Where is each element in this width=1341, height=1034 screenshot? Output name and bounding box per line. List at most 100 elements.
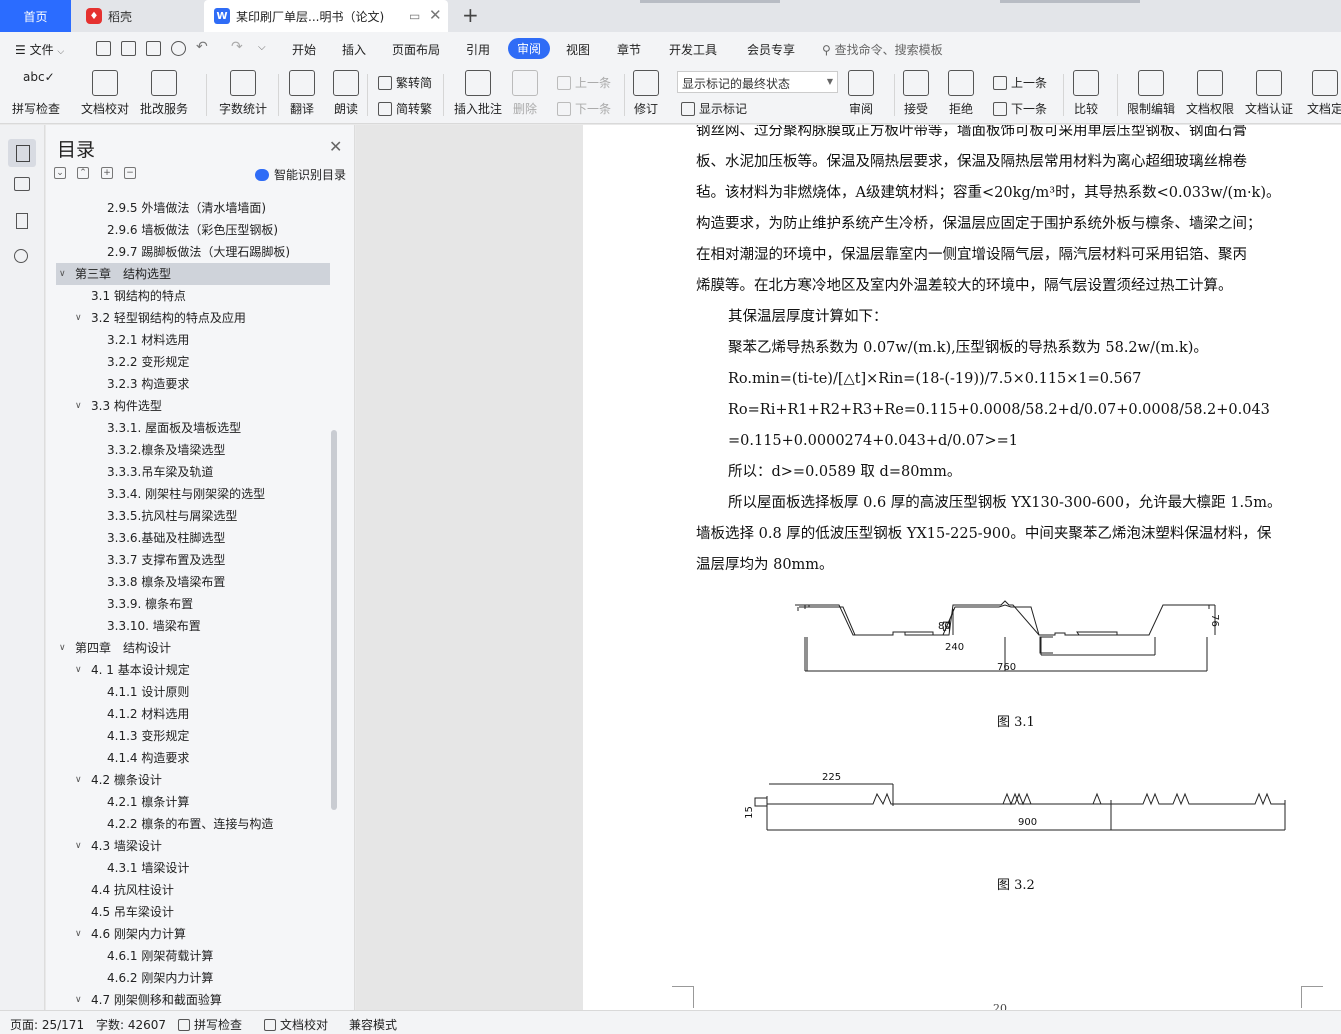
expand-caret-icon[interactable]: ∨	[75, 923, 82, 945]
outline-item[interactable]: ∨ 4. 1 基本设计规定	[46, 659, 326, 681]
print-icon[interactable]	[146, 41, 161, 56]
outline-item[interactable]: 4.6.1 刚架荷载计算	[46, 945, 326, 967]
outline-item[interactable]: 4.2.2 檩条的布置、连接与构造	[46, 813, 326, 835]
menu-page-layout[interactable]: 页面布局	[392, 41, 440, 58]
menu-chapter[interactable]: 章节	[617, 41, 641, 58]
menu-view[interactable]: 视图	[566, 41, 590, 58]
next-change-button[interactable]: 下一条	[993, 100, 1047, 117]
show-markup-button[interactable]: 显示标记	[681, 100, 747, 117]
expand-caret-icon[interactable]: ∨	[75, 769, 82, 791]
outline-item[interactable]: 3.3.8 檩条及墙梁布置	[46, 571, 326, 593]
chapter-nav-icon[interactable]	[14, 177, 30, 191]
insert-comment-button[interactable]: 插入批注	[454, 70, 502, 117]
outline-item[interactable]: 4.1.4 构造要求	[46, 747, 326, 769]
expand-caret-icon[interactable]: ∨	[75, 395, 82, 417]
outline-item[interactable]: 3.1 钢结构的特点	[46, 285, 326, 307]
outline-item[interactable]: 3.2.1 材料选用	[46, 329, 326, 351]
restrict-edit-button[interactable]: 限制编辑	[1127, 70, 1175, 117]
outline-item[interactable]: 4.5 吊车梁设计	[46, 901, 326, 923]
expand-caret-icon[interactable]: ∨	[59, 637, 66, 659]
prev-comment-button[interactable]: 上一条	[557, 74, 611, 91]
doc-finalize-button[interactable]: 文档定	[1307, 70, 1341, 117]
bookmark-icon[interactable]	[16, 213, 28, 229]
delete-comment-button[interactable]: 删除	[512, 70, 538, 117]
prev-change-button[interactable]: 上一条	[993, 74, 1047, 91]
customize-quick-access-icon[interactable]: ⌵	[258, 42, 266, 53]
outline-item[interactable]: ∨ 3.3 构件选型	[46, 395, 326, 417]
expand-caret-icon[interactable]: ∨	[59, 263, 66, 285]
outline-item[interactable]: 4.4 抗风柱设计	[46, 879, 326, 901]
doc-check-button[interactable]: 文档校对	[81, 70, 129, 117]
smart-toc-button[interactable]: 智能识别目录	[255, 166, 346, 183]
menu-review[interactable]: 审阅	[508, 38, 551, 59]
new-tab-button[interactable]: +	[462, 3, 479, 27]
word-count-button[interactable]: 字数统计	[219, 70, 267, 117]
outline-item[interactable]: 3.3.4. 刚架柱与刚架梁的选型	[46, 483, 326, 505]
translate-button[interactable]: 翻译	[289, 70, 315, 117]
outline-item[interactable]: 4.3.1 墙梁设计	[46, 857, 326, 879]
expand-caret-icon[interactable]: ∨	[75, 307, 82, 329]
expand-up-icon[interactable]: ⌃	[77, 167, 89, 179]
outline-item[interactable]: 2.9.7 踢脚板做法（大理石踢脚板)	[46, 241, 326, 263]
menu-developer[interactable]: 开发工具	[669, 41, 717, 58]
save-icon[interactable]	[96, 41, 111, 56]
search-icon[interactable]	[14, 249, 28, 263]
outline-item[interactable]: 3.3.5.抗风柱与屑梁选型	[46, 505, 326, 527]
menu-insert[interactable]: 插入	[342, 41, 366, 58]
page-indicator[interactable]: 页面: 25/171	[10, 1016, 84, 1033]
outline-item[interactable]: ∨ 4.6 刚架内力计算	[46, 923, 326, 945]
expand-caret-icon[interactable]: ∨	[75, 989, 82, 1010]
menu-start[interactable]: 开始	[292, 41, 316, 58]
outline-item[interactable]: ∨ 第四章 结构设计	[46, 637, 326, 659]
outline-item[interactable]: 2.9.6 墙板做法（彩色压型钢板)	[46, 219, 326, 241]
pin-tab-icon[interactable]: ▭	[409, 9, 420, 23]
outline-item[interactable]: 3.3.1. 屋面板及墙板选型	[46, 417, 326, 439]
outline-item[interactable]: 3.3.10. 墙梁布置	[46, 615, 326, 637]
close-tab-icon[interactable]: ✕	[429, 6, 442, 24]
expand-caret-icon[interactable]: ∨	[75, 659, 82, 681]
remove-heading-icon[interactable]: −	[124, 167, 136, 179]
outline-item[interactable]: 4.1.2 材料选用	[46, 703, 326, 725]
compare-button[interactable]: 比较	[1073, 70, 1099, 117]
proof-toggle[interactable]: 文档校对	[264, 1016, 328, 1033]
spell-check-toggle[interactable]: 拼写检查	[178, 1016, 242, 1033]
outline-item[interactable]: 3.3.2.檩条及墙梁选型	[46, 439, 326, 461]
spell-check-button[interactable]: abc✓ 拼写检查	[12, 70, 60, 117]
undo-icon[interactable]: ↶	[196, 39, 208, 55]
file-menu[interactable]: ☰ 文件 ⌵	[15, 41, 64, 58]
word-count-indicator[interactable]: 字数: 42607	[96, 1016, 166, 1033]
outline-item[interactable]: ∨ 3.2 轻型钢结构的特点及应用	[46, 307, 326, 329]
menu-member[interactable]: 会员专享	[747, 41, 795, 58]
tab-home[interactable]: 首页	[0, 0, 71, 32]
accept-change-button[interactable]: 接受	[903, 70, 929, 117]
redo-icon[interactable]: ↷	[231, 39, 243, 55]
outline-item[interactable]: 3.3.3.吊车梁及轨道	[46, 461, 326, 483]
doc-cert-button[interactable]: 文档认证	[1245, 70, 1293, 117]
outline-item[interactable]: ∨ 4.3 墙梁设计	[46, 835, 326, 857]
outline-item[interactable]: ∨ 4.7 刚架侧移和截面验算	[46, 989, 326, 1010]
expand-caret-icon[interactable]: ∨	[75, 835, 82, 857]
document-page[interactable]: 钢丝网、过分聚构脉膜或正方板叶带等，墙面板饰可板可采用单层压型钢板、钢面石膏 板、…	[583, 125, 1341, 1010]
tab-daoke[interactable]: ♦ 稻壳	[72, 0, 202, 32]
review-pane-button[interactable]: 审阅	[848, 70, 874, 117]
outline-item[interactable]: 3.3.9. 檩条布置	[46, 593, 326, 615]
outline-item[interactable]: 3.3.6.基础及柱脚选型	[46, 527, 326, 549]
outline-item[interactable]: ∨ 4.2 檩条设计	[46, 769, 326, 791]
outline-item[interactable]: 3.3.7 支撑布置及选型	[46, 549, 326, 571]
outline-item[interactable]: 4.2.1 檩条计算	[46, 791, 326, 813]
export-pdf-icon[interactable]	[121, 41, 136, 56]
outline-item[interactable]: 3.2.2 变形规定	[46, 351, 326, 373]
outline-item[interactable]: 3.2.3 构造要求	[46, 373, 326, 395]
markup-mode-select[interactable]: 显示标记的最终状态 ▼	[677, 71, 838, 93]
print-preview-icon[interactable]	[171, 41, 186, 56]
menu-references[interactable]: 引用	[466, 41, 490, 58]
outline-item[interactable]: ∨ 第三章 结构选型	[56, 263, 330, 285]
outline-item[interactable]: 4.1.1 设计原则	[46, 681, 326, 703]
trad-to-simp-button[interactable]: 繁转简	[378, 74, 432, 91]
reject-change-button[interactable]: 拒绝	[948, 70, 974, 117]
outline-item[interactable]: 4.1.3 变形规定	[46, 725, 326, 747]
doc-permission-button[interactable]: 文档权限	[1186, 70, 1234, 117]
command-search[interactable]: ⚲ 查找命令、搜索模板	[822, 41, 943, 58]
annotate-service-button[interactable]: 批改服务	[140, 70, 188, 117]
outline-scrollbar[interactable]	[331, 430, 337, 810]
